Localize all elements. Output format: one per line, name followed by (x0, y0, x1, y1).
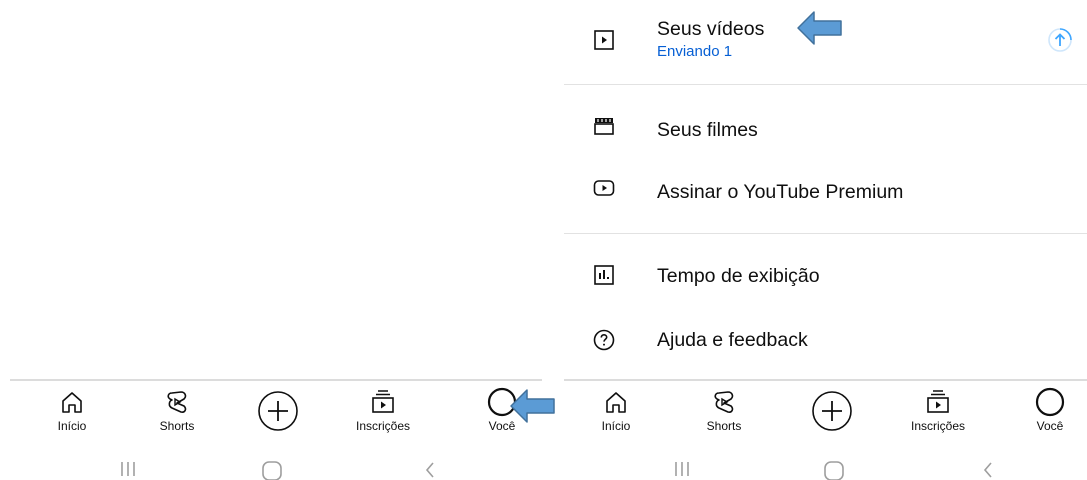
annotation-arrow-left-panel (510, 389, 555, 423)
nav-label: Inscrições (910, 419, 966, 433)
menu-item-label: Ajuda e feedback (657, 329, 808, 351)
nav-home[interactable]: Início (576, 387, 656, 443)
upload-progress-icon[interactable] (1046, 26, 1074, 54)
bottom-nav-bar: Início Shorts Inscrições Você (564, 379, 1087, 445)
nav-subscriptions[interactable]: Inscrições (343, 387, 423, 443)
menu-item-youtube-premium[interactable]: Assinar o YouTube Premium (564, 162, 1087, 218)
menu-divider (564, 233, 1087, 234)
nav-create-button[interactable] (792, 389, 872, 445)
nav-label: Shorts (159, 419, 195, 433)
recent-apps-icon[interactable] (108, 456, 148, 480)
shorts-icon (167, 391, 187, 413)
nav-label: Shorts (706, 419, 742, 433)
right-screen: Seus vídeos Enviando 1 Seus filmes Assin… (564, 0, 1087, 480)
subscriptions-icon (927, 390, 949, 413)
nav-label: Você (1036, 419, 1064, 433)
back-icon[interactable] (410, 456, 450, 480)
bottom-nav-bar: Início Shorts Inscrições Você (10, 379, 542, 445)
home-icon (62, 392, 82, 413)
menu-item-label: Seus vídeos (657, 18, 765, 40)
annotation-arrow-right-panel (797, 11, 842, 45)
clapperboard-icon (594, 118, 614, 135)
upload-status-text: Enviando 1 (657, 43, 733, 60)
home-button-icon[interactable] (814, 456, 854, 480)
bar-chart-icon (594, 265, 614, 285)
back-icon[interactable] (968, 456, 1008, 480)
system-nav-bar (564, 452, 1087, 480)
create-plus-icon (812, 391, 852, 431)
recent-apps-icon[interactable] (662, 456, 702, 480)
home-icon (606, 392, 626, 413)
play-square-icon (594, 30, 614, 50)
create-plus-icon (258, 391, 298, 431)
youtube-logo-icon (593, 180, 615, 196)
you-avatar-icon (1035, 387, 1065, 417)
nav-label: Início (601, 419, 631, 433)
help-circle-icon (593, 329, 615, 351)
left-screen: Início Shorts Inscrições Você (0, 0, 542, 480)
subscriptions-icon (372, 390, 394, 413)
menu-item-your-movies[interactable]: Seus filmes (564, 102, 1087, 158)
menu-item-watch-time[interactable]: Tempo de exibição (564, 247, 1087, 303)
system-nav-bar (0, 452, 542, 480)
menu-item-label: Tempo de exibição (657, 265, 820, 287)
menu-item-help-feedback[interactable]: Ajuda e feedback (564, 311, 1087, 367)
nav-shorts[interactable]: Shorts (137, 387, 217, 443)
menu-divider (564, 84, 1087, 85)
menu-item-label: Seus filmes (657, 119, 758, 141)
nav-home[interactable]: Início (32, 387, 112, 443)
menu-item-label: Assinar o YouTube Premium (657, 181, 904, 203)
nav-you[interactable]: Você (1010, 387, 1087, 443)
nav-label: Início (57, 419, 87, 433)
nav-label: Inscrições (355, 419, 411, 433)
nav-shorts[interactable]: Shorts (684, 387, 764, 443)
nav-subscriptions[interactable]: Inscrições (898, 387, 978, 443)
home-button-icon[interactable] (252, 456, 292, 480)
shorts-icon (714, 391, 734, 413)
nav-create-button[interactable] (238, 389, 318, 445)
